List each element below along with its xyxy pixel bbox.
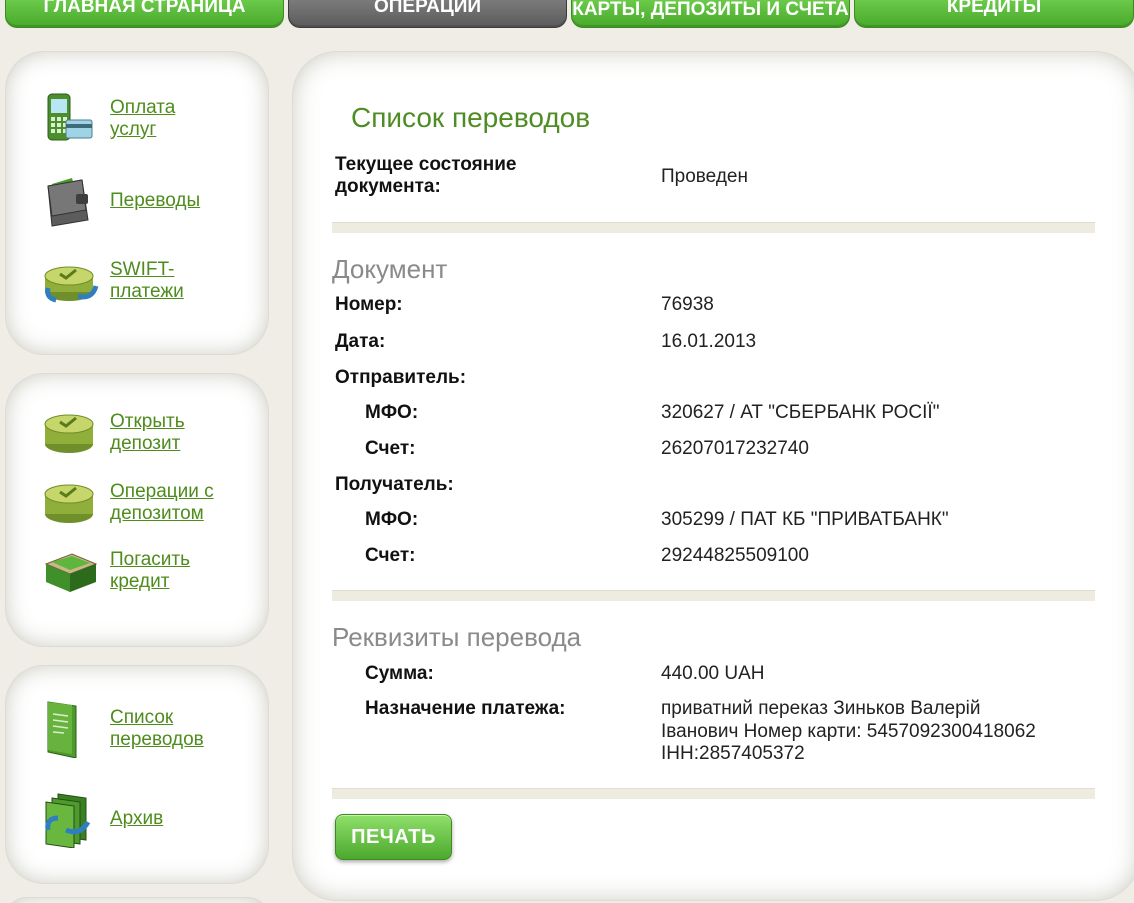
tab-operations[interactable]: Операции [288,0,567,28]
sidebar-item-swift[interactable]: SWIFT-платежи [42,252,258,310]
top-nav: Главная страница Операции Карты, депозит… [0,0,1134,30]
sidebar-item-transfer-list[interactable]: Список переводов [42,700,258,759]
sender-account-label: Счет: [365,438,416,459]
amount-label: Сумма: [365,663,434,684]
sidebar-link-deposit-operations[interactable]: Операции с депозитом [110,481,230,525]
receiver-account-label: Счет: [365,545,416,566]
divider [332,590,1095,601]
sidebar-item-repay-credit[interactable]: Погасить кредит [42,542,258,600]
date-value: 16.01.2013 [661,331,757,352]
date-label: Дата: [335,331,386,352]
sidebar-link-swift[interactable]: SWIFT-платежи [110,259,200,303]
money-stack-icon [42,542,100,600]
sidebar-item-deposit-operations[interactable]: Операции с депозитом [42,474,258,532]
sidebar-item-service-payment[interactable]: Оплата услуг [42,90,258,148]
wallet-icon [42,172,100,230]
coin-stack-transfer-icon [42,252,100,310]
section-title-document: Документ [332,254,448,284]
status-value: Проведен [661,166,748,187]
sidebar-group-archive: Список переводов Архив [6,666,268,883]
purpose-line-1: приватний переказ Зиньков Валерій [661,698,981,719]
sidebar-group-more [6,898,268,903]
tab-cards-deposits-accounts[interactable]: Карты, депозиты и счета [571,0,850,28]
number-label: Номер: [335,294,403,315]
page-title: Список переводов [351,102,591,133]
sidebar-link-archive[interactable]: Архив [110,808,163,830]
divider [332,222,1095,233]
sidebar-item-transfers[interactable]: Переводы [42,172,258,230]
main-panel: Список переводов Текущее состояние докум… [293,52,1134,900]
sidebar-item-archive[interactable]: Архив [42,790,258,849]
tab-main-page[interactable]: Главная страница [5,0,284,28]
purpose-label: Назначение платежа: [365,698,566,719]
status-label: Текущее состояние документа: [335,154,517,197]
archive-icon [42,790,100,849]
sender-mfo-label: МФО: [365,402,419,423]
receiver-account-value: 29244825509100 [661,545,809,566]
sidebar-link-repay-credit[interactable]: Погасить кредит [110,549,200,593]
coin-stack-icon [42,404,100,462]
purpose-line-2: Іванович Номер карти: 5457092300418062 [661,721,1036,742]
section-title-requisites: Реквизиты перевода [332,622,582,652]
sidebar-link-service-payment[interactable]: Оплата услуг [110,97,190,141]
sender-label: Отправитель: [335,367,467,388]
sidebar-link-open-deposit[interactable]: Открыть депозит [110,411,200,455]
number-value: 76938 [661,294,714,315]
amount-value: 440.00 UAH [661,663,765,684]
coin-stack-icon [42,474,100,532]
sender-account-value: 26207017232740 [661,438,809,459]
purpose-line-3: ІНН:2857405372 [661,743,805,764]
mobile-phone-icon [42,90,100,148]
receiver-label: Получатель: [335,474,454,495]
sidebar-link-transfer-list[interactable]: Список переводов [110,707,220,751]
divider [332,788,1095,799]
document-icon [42,700,100,759]
sidebar-link-transfers[interactable]: Переводы [110,190,200,212]
tab-credits[interactable]: Кредиты [854,0,1134,28]
print-button[interactable]: Печать [335,814,452,860]
sidebar-group-deposits: Открыть депозит Операции с депозитом Пог… [6,374,268,646]
receiver-mfo-value: 305299 / ПАТ КБ "ПРИВАТБАНК" [661,509,949,530]
sender-mfo-value: 320627 / АТ "СБЕРБАНК РОСІЇ" [661,402,940,423]
sidebar-group-payments: Оплата услуг Переводы SWIFT-платежи [6,52,268,354]
receiver-mfo-label: МФО: [365,509,419,530]
sidebar-item-open-deposit[interactable]: Открыть депозит [42,404,258,462]
